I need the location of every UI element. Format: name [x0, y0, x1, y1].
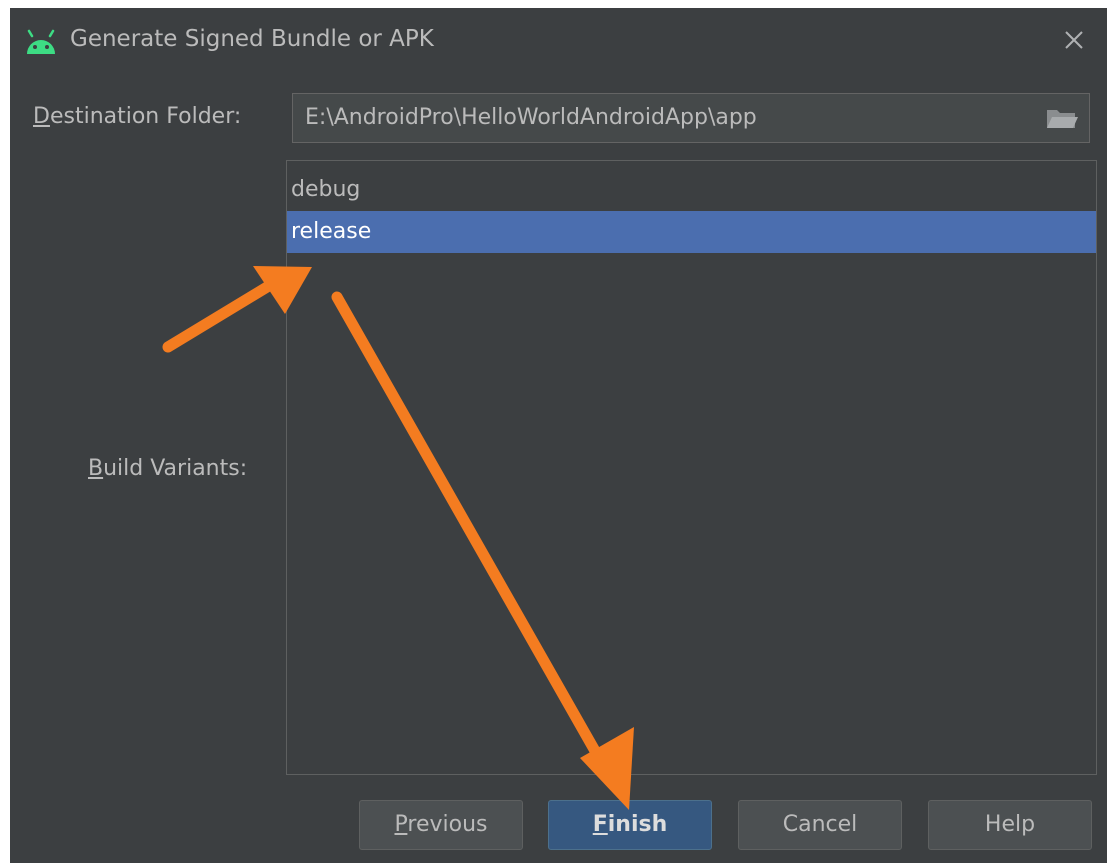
variant-item-release[interactable]: release	[287, 211, 1096, 253]
android-icon	[27, 29, 55, 54]
build-variants-label: Build Variants:	[88, 456, 248, 481]
destination-folder-label: Destination Folder:	[33, 104, 242, 129]
folder-icon[interactable]	[1045, 106, 1079, 132]
help-button[interactable]: Help	[928, 800, 1092, 850]
generate-signed-dialog: Generate Signed Bundle or APK Destinatio…	[10, 8, 1107, 863]
dialog-title: Generate Signed Bundle or APK	[70, 26, 434, 52]
cancel-button[interactable]: Cancel	[738, 800, 902, 850]
previous-button[interactable]: Previous	[359, 800, 523, 850]
title-bar: Generate Signed Bundle or APK	[10, 8, 1107, 76]
close-icon[interactable]	[1054, 20, 1094, 60]
destination-folder-field[interactable]: E:\AndroidPro\HelloWorldAndroidApp\app	[292, 93, 1090, 143]
build-variants-list[interactable]: debug release	[286, 160, 1097, 775]
destination-folder-value[interactable]: E:\AndroidPro\HelloWorldAndroidApp\app	[305, 105, 757, 130]
finish-button[interactable]: Finish	[548, 800, 712, 850]
variant-item-debug[interactable]: debug	[287, 169, 1096, 211]
